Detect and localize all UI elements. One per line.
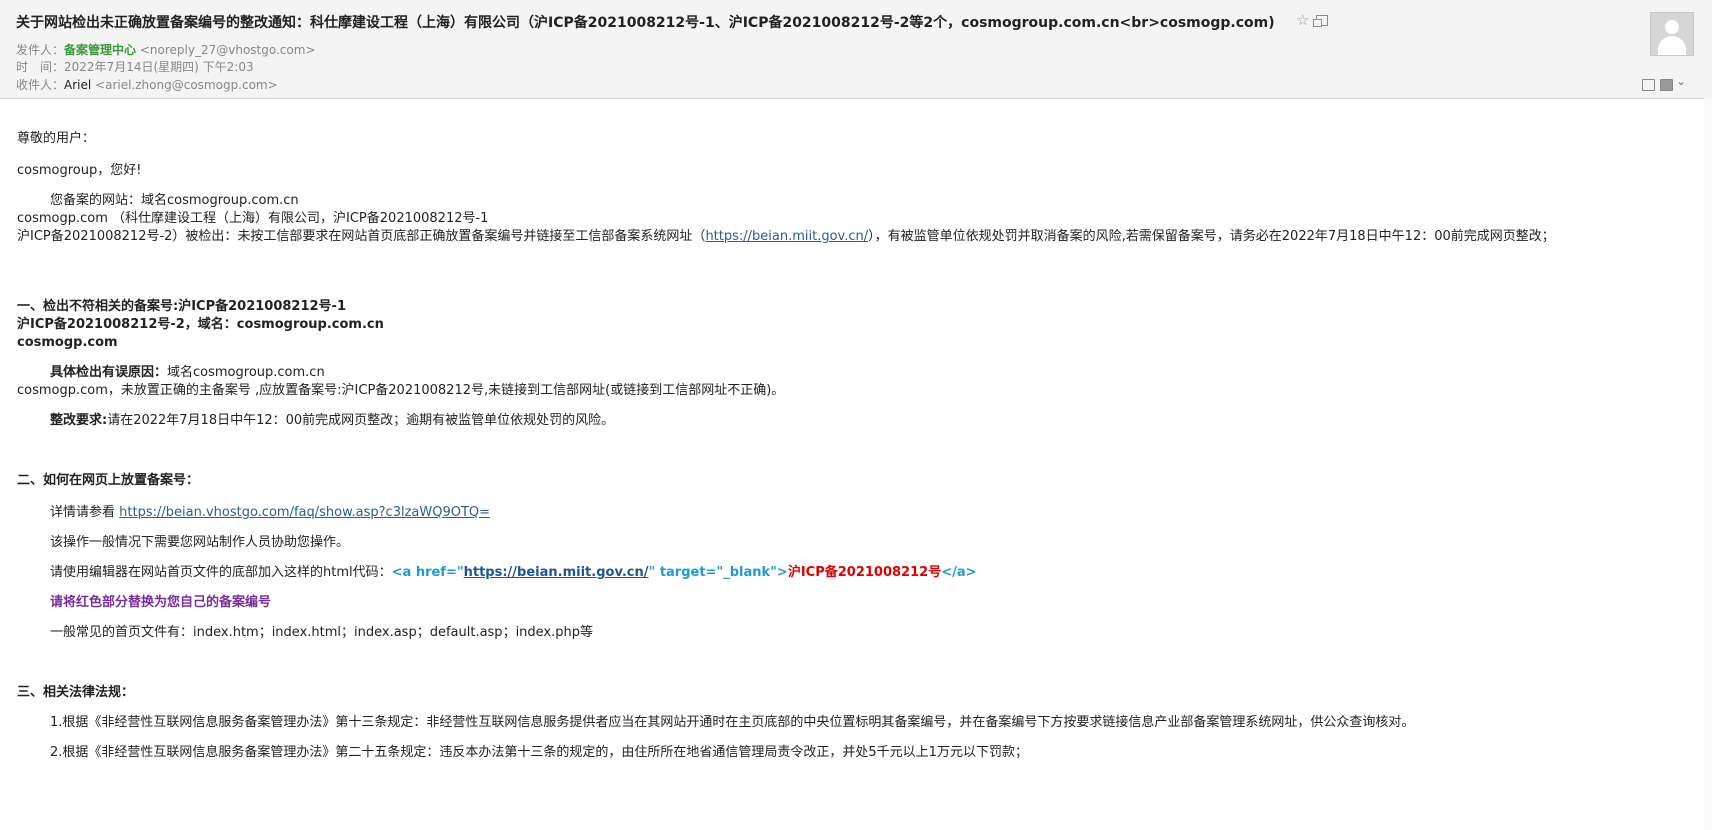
faq-link[interactable]: https://beian.vhostgo.com/faq/show.asp?c…: [119, 505, 490, 520]
code-a-rest: " target="_blank">: [648, 565, 788, 580]
sender-label: 发件人：: [16, 43, 65, 57]
popout-icon[interactable]: [1313, 15, 1328, 27]
code-icp-number: 沪ICP备2021008212号: [787, 565, 942, 580]
detail-line: 详情请参看 https://beian.vhostgo.com/faq/show…: [17, 504, 1667, 522]
recipient-row: 收件人：Ariel <ariel.zhong@cosmogp.com>: [16, 76, 278, 93]
avatar-icon[interactable]: [1650, 12, 1694, 56]
time-label: 时 间：: [16, 60, 65, 74]
notice-text-a: 沪ICP备2021008212号-2）被检出：未按工信部要求在网站首页底部正确放…: [17, 229, 706, 244]
sender-row: 发件人：备案管理中心 <noreply_27@vhostgo.com>: [16, 41, 316, 58]
mail-subject: 关于网站检出未正确放置备案编号的整改通知：科仕摩建设工程（上海）有限公司（沪IC…: [16, 15, 1275, 31]
recipient-address: <ariel.zhong@cosmogp.com>: [95, 78, 278, 92]
requirement-line: 整改要求:请在2022年7月18日中午12：00前完成网页整改；逾期有被监管单位…: [17, 412, 1667, 430]
notice-line-2: cosmogp.com （科仕摩建设工程（上海）有限公司，沪ICP备202100…: [17, 211, 489, 226]
reason-label: 具体检出有误原因：: [50, 365, 168, 380]
code-url[interactable]: https://beian.miit.gov.cn/: [464, 565, 649, 580]
sender-name[interactable]: 备案管理中心: [64, 43, 136, 57]
replace-note: 请将红色部分替换为您自己的备案编号: [50, 595, 272, 610]
section1-title: 一、检出不符相关的备案号:沪ICP备2021008212号-1: [17, 299, 346, 314]
section3-title-text: 三、相关法律法规：: [17, 685, 135, 700]
files-line: 一般常见的首页文件有：index.htm；index.html；index.as…: [50, 625, 594, 640]
help-line: 该操作一般情况下需要您网站制作人员协助您操作。: [50, 535, 350, 550]
code-a-close: </a>: [941, 565, 977, 580]
scrollbar[interactable]: [1704, 98, 1712, 830]
requirement-label: 整改要求:: [50, 413, 108, 428]
greeting-line-1: 尊敬的用户：: [17, 131, 96, 146]
section1-line-1: 一、检出不符相关的备案号:沪ICP备2021008212号-1: [17, 298, 1667, 316]
notice-line-3: 沪ICP备2021008212号-2）被检出：未按工信部要求在网站首页底部正确放…: [17, 228, 1667, 246]
code-prefix: 请使用编辑器在网站首页文件的底部加入这样的html代码：: [50, 565, 392, 580]
section2-title-text: 二、如何在网页上放置备案号：: [17, 473, 200, 488]
code-a-open: <a href=": [391, 565, 464, 580]
print-icon[interactable]: [1660, 79, 1673, 91]
reason-text-1: 域名cosmogroup.com.cn: [167, 365, 325, 380]
section1-text-3: cosmogp.com: [17, 335, 118, 350]
detail-prefix: 详情请参看: [50, 505, 120, 520]
section1-line-3: cosmogp.com: [17, 334, 1667, 352]
section3-title: 三、相关法律法规：: [17, 684, 1667, 702]
sender-address: <noreply_27@vhostgo.com>: [139, 43, 316, 57]
notice-line-1: 您备案的网站：域名cosmogroup.com.cn: [50, 193, 299, 208]
miit-link[interactable]: https://beian.miit.gov.cn/: [705, 229, 868, 244]
note-icon[interactable]: [1642, 79, 1655, 91]
mail-header: 关于网站检出未正确放置备案编号的整改通知：科仕摩建设工程（上海）有限公司（沪IC…: [0, 0, 1712, 99]
time-value: 2022年7月14日(星期四) 下午2:03: [64, 60, 254, 74]
reason-line-1: 具体检出有误原因：域名cosmogroup.com.cn: [17, 364, 1667, 382]
reason-line-2: cosmogp.com，未放置正确的主备案号 ,应放置备案号:沪ICP备2021…: [17, 383, 785, 398]
greeting-line-2: cosmogroup，您好!: [17, 163, 142, 178]
section1-text-2: 沪ICP备2021008212号-2，域名：cosmogroup.com.cn: [17, 317, 384, 332]
law-item-2: 2.根据《非经营性互联网信息服务备案管理办法》第二十五条规定：违反本办法第十三条…: [50, 745, 1028, 760]
recipient-name[interactable]: Ariel: [64, 78, 91, 92]
section2-title: 二、如何在网页上放置备案号：: [17, 472, 1667, 490]
section1-line-2: 沪ICP备2021008212号-2，域名：cosmogroup.com.cn: [17, 316, 1667, 334]
notice-text-b: ），有被监管单位依规处罚并取消备案的风险,若需保留备案号，请务必在2022年7月…: [868, 229, 1555, 244]
recipient-label: 收件人：: [16, 78, 65, 92]
chevron-down-icon[interactable]: ⌄: [1676, 74, 1686, 88]
mail-body: 尊敬的用户： cosmogroup，您好! 您备案的网站：域名cosmogrou…: [17, 130, 1667, 762]
star-icon[interactable]: ☆: [1296, 11, 1309, 29]
time-row: 时 间：2022年7月14日(星期四) 下午2:03: [16, 58, 254, 75]
code-line: 请使用编辑器在网站首页文件的底部加入这样的html代码：<a href="htt…: [17, 564, 1667, 582]
requirement-text: 请在2022年7月18日中午12：00前完成网页整改；逾期有被监管单位依规处罚的…: [107, 413, 615, 428]
law-item-1: 1.根据《非经营性互联网信息服务备案管理办法》第十三条规定：非经营性互联网信息服…: [50, 715, 1415, 730]
